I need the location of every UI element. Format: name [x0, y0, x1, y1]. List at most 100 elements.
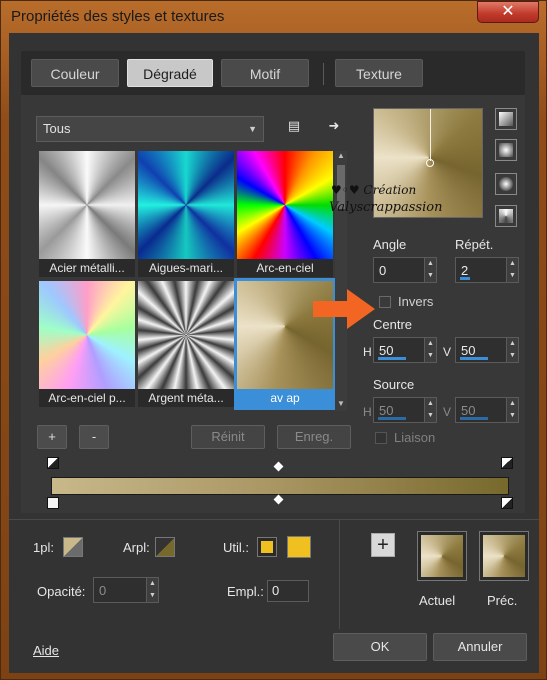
tab-separator — [323, 63, 324, 85]
source-v-label: V — [443, 405, 452, 419]
add-swatch-button[interactable]: + — [371, 533, 395, 557]
gradient-label: Arc-en-ciel — [256, 261, 314, 275]
scroll-down-icon[interactable]: ▼ — [335, 399, 347, 411]
opacity-spinner[interactable]: 0 ▲ ▼ — [93, 577, 159, 603]
orange-arrow-icon — [313, 289, 375, 329]
util-small-swatch-fill — [261, 541, 273, 553]
source-v-value: 50 — [461, 403, 476, 418]
style-rectangular-button[interactable] — [495, 139, 517, 161]
category-dropdown-value: Tous — [43, 121, 71, 136]
gradient-thumb-arc-en-ciel-pastel[interactable]: Arc-en-ciel p... — [39, 281, 135, 407]
gradient-thumb-aigues[interactable]: Aigues-mari... — [138, 151, 234, 277]
title-bar[interactable]: Propriétés des styles et textures ✕ — [1, 1, 547, 33]
source-h-level-bar — [378, 417, 406, 420]
link-label[interactable]: Liaison — [394, 430, 435, 445]
watermark-line1: ♥◦♥ Création — [331, 183, 417, 197]
tab-couleur[interactable]: Couleur — [31, 59, 119, 87]
close-icon: ✕ — [501, 3, 515, 20]
style-linear-button[interactable] — [495, 108, 517, 130]
gradient-label: Arc-en-ciel p... — [48, 391, 126, 405]
angle-value: 0 — [379, 263, 387, 278]
scroll-up-icon[interactable]: ▲ — [335, 151, 347, 163]
center-handle[interactable] — [426, 159, 434, 167]
gradient-thumb-argent[interactable]: Argent méta... — [138, 281, 234, 407]
bg-stop-swatch[interactable] — [155, 537, 175, 557]
repeat-value: 2 — [461, 263, 469, 278]
center-v-spinner[interactable]: 50 ▲ ▼ — [455, 337, 519, 363]
angle-spinner[interactable]: 0 ▲ ▼ — [373, 257, 437, 283]
help-link[interactable]: Aide — [33, 643, 59, 658]
source-h-spinner[interactable]: 50 ▲ ▼ — [373, 397, 437, 423]
invert-label[interactable]: Invers — [398, 294, 433, 309]
tab-motif[interactable]: Motif — [221, 59, 309, 87]
previous-gradient-swatch[interactable] — [479, 531, 529, 581]
current-gradient-swatch[interactable] — [417, 531, 467, 581]
source-h-spin-arrows[interactable]: ▲ ▼ — [424, 398, 436, 422]
bottom-separator — [9, 519, 539, 520]
location-input[interactable]: 0 — [267, 580, 309, 602]
opacity-value: 0 — [99, 583, 107, 598]
center-v-level-bar — [460, 357, 488, 360]
repeat-spin-arrows[interactable]: ▲ ▼ — [506, 258, 518, 282]
category-dropdown[interactable]: Tous ▼ — [36, 116, 264, 142]
invert-checkbox[interactable] — [379, 296, 391, 308]
watermark: ♥◦♥ Création Valyscrappassion — [329, 181, 479, 217]
arrow-right-icon[interactable]: ➜ — [325, 117, 343, 135]
gradient-label: av ap — [237, 389, 333, 407]
close-button[interactable]: ✕ — [477, 1, 539, 23]
bg-stop-icon-top[interactable] — [501, 457, 513, 469]
gradient-label: Argent méta... — [148, 391, 224, 405]
gradient-label: Acier métalli... — [49, 261, 125, 275]
gradient-editor-bar[interactable] — [51, 477, 509, 495]
repeat-label: Répét. — [455, 237, 494, 252]
cancel-button[interactable]: Annuler — [433, 633, 527, 661]
color-stop-left[interactable] — [47, 497, 59, 509]
util-small-swatch[interactable] — [257, 537, 277, 557]
tab-texture[interactable]: Texture — [335, 59, 423, 87]
style-radial-button[interactable] — [495, 173, 517, 195]
angle-handle-line — [430, 109, 431, 161]
rectangular-style-icon — [499, 143, 513, 157]
center-v-spin-arrows[interactable]: ▲ ▼ — [506, 338, 518, 362]
util-color-swatch[interactable] — [287, 536, 311, 558]
previous-gradient-fill — [483, 535, 525, 577]
fg-stop-swatch[interactable] — [63, 537, 83, 557]
location-label: Empl.: — [227, 584, 264, 599]
angle-spin-arrows[interactable]: ▲ ▼ — [424, 258, 436, 282]
gradient-thumb-arc-en-ciel[interactable]: Arc-en-ciel — [237, 151, 333, 277]
bottom-vertical-separator — [339, 519, 340, 629]
gradient-label: Aigues-mari... — [148, 261, 224, 275]
source-v-spinner[interactable]: 50 ▲ ▼ — [455, 397, 519, 423]
center-h-spin-arrows[interactable]: ▲ ▼ — [424, 338, 436, 362]
library-icon[interactable]: ▤ — [285, 117, 303, 135]
remove-gradient-button[interactable]: - — [79, 425, 109, 449]
center-h-value: 50 — [379, 343, 394, 358]
style-conic-button[interactable] — [495, 205, 517, 227]
util-label: Util.: — [223, 540, 249, 555]
chevron-down-icon: ▼ — [248, 124, 257, 134]
opacity-spin-arrows[interactable]: ▲ ▼ — [146, 578, 158, 602]
center-v-value: 50 — [461, 343, 476, 358]
reset-button[interactable]: Réinit — [191, 425, 265, 449]
add-gradient-button[interactable]: + — [37, 425, 67, 449]
link-checkbox[interactable] — [375, 432, 387, 444]
gradient-thumb-acier[interactable]: Acier métalli... — [39, 151, 135, 277]
angle-label: Angle — [373, 237, 407, 252]
repeat-spinner[interactable]: 2 ▲ ▼ — [455, 257, 519, 283]
ok-button[interactable]: OK — [333, 633, 427, 661]
fg-stop-label: 1pl: — [33, 540, 54, 555]
conic-style-icon — [499, 209, 513, 223]
gradient-preview-argent — [138, 281, 234, 389]
source-v-spin-arrows[interactable]: ▲ ▼ — [506, 398, 518, 422]
dialog-client: Couleur Dégradé Motif Texture Tous ▼ ▤ ➜… — [9, 33, 539, 673]
center-h-spinner[interactable]: 50 ▲ ▼ — [373, 337, 437, 363]
center-h-label: H — [363, 345, 372, 359]
tab-degrade[interactable]: Dégradé — [127, 59, 213, 87]
source-v-level-bar — [460, 417, 488, 420]
save-gradient-button[interactable]: Enreg. — [277, 425, 351, 449]
fg-stop-icon-top[interactable] — [47, 457, 59, 469]
dialog-window: Propriétés des styles et textures ✕ Coul… — [0, 0, 547, 680]
color-stop-right[interactable] — [501, 497, 513, 509]
current-label: Actuel — [419, 593, 456, 608]
tab-strip: Couleur Dégradé Motif Texture — [21, 51, 525, 95]
